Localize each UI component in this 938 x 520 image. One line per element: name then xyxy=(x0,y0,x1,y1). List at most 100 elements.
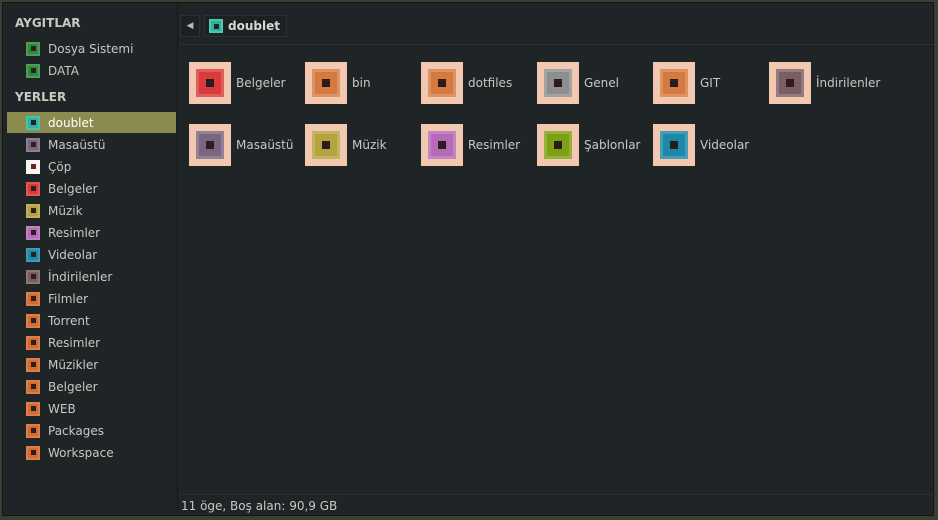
sidebar-item-label: Resimler xyxy=(48,225,101,240)
folder-label: Şablonlar xyxy=(584,138,641,152)
breadcrumb-label: doublet xyxy=(228,19,280,33)
sidebar-item-packages[interactable]: Packages xyxy=(7,420,176,441)
sidebar-item-filmler[interactable]: Filmler xyxy=(7,288,176,309)
folder-icon xyxy=(26,313,40,328)
folder-tile[interactable]: GIT xyxy=(653,61,763,105)
sidebar-item-data[interactable]: DATA xyxy=(7,60,176,81)
status-bar: 11 öge, Boş alan: 90,9 GB xyxy=(179,494,936,516)
sidebar-item-label: DATA xyxy=(48,63,79,78)
folder-icon xyxy=(26,269,40,284)
sidebar-item-label: Resimler xyxy=(48,335,101,350)
sidebar-item-videolar[interactable]: Videolar xyxy=(7,244,176,265)
sidebar-item-belgeler[interactable]: Belgeler xyxy=(7,376,176,397)
folder-icon xyxy=(421,62,463,104)
folder-label: GIT xyxy=(700,76,721,90)
sidebar-item-label: İndirilenler xyxy=(48,269,113,284)
sidebar-item-label: Masaüstü xyxy=(48,137,106,152)
folder-icon xyxy=(26,247,40,262)
folder-icon xyxy=(26,357,40,372)
folder-tile[interactable]: Resimler xyxy=(421,123,531,167)
sidebar-item-müzik[interactable]: Müzik xyxy=(7,200,176,221)
trash-icon xyxy=(26,159,40,174)
folder-icon xyxy=(26,423,40,438)
status-text: 11 öge, Boş alan: 90,9 GB xyxy=(181,498,338,513)
sidebar-item-resimler[interactable]: Resimler xyxy=(7,332,176,353)
folder-tile[interactable]: bin xyxy=(305,61,415,105)
back-button[interactable]: ◀ xyxy=(180,15,200,37)
sidebar-item-workspace[interactable]: Workspace xyxy=(7,442,176,463)
folder-icon xyxy=(26,291,40,306)
sidebar-item-i-ndirilenler[interactable]: İndirilenler xyxy=(7,266,176,287)
folder-tile[interactable]: Belgeler xyxy=(189,61,299,105)
sidebar-item-resimler[interactable]: Resimler xyxy=(7,222,176,243)
drive-icon xyxy=(26,63,40,78)
folder-icon xyxy=(537,62,579,104)
sidebar-item-torrent[interactable]: Torrent xyxy=(7,310,176,331)
sidebar-item-label: Torrent xyxy=(48,313,90,328)
folder-icon xyxy=(305,62,347,104)
folder-icon xyxy=(26,335,40,350)
sidebar-item-label: Dosya Sistemi xyxy=(48,41,134,56)
folder-icon xyxy=(421,124,463,166)
folder-label: dotfiles xyxy=(468,76,513,90)
folder-tile[interactable]: Müzik xyxy=(305,123,415,167)
sidebar-item-belgeler[interactable]: Belgeler xyxy=(7,178,176,199)
folder-icon xyxy=(189,62,231,104)
sidebar-item-label: doublet xyxy=(48,115,94,130)
sidebar-item-label: Filmler xyxy=(48,291,89,306)
folder-icon xyxy=(537,124,579,166)
sidebar-item-label: Belgeler xyxy=(48,379,98,394)
folder-icon xyxy=(26,181,40,196)
folder-tile[interactable]: Şablonlar xyxy=(537,123,647,167)
folder-label: İndirilenler xyxy=(816,76,881,90)
folder-view: Belgeler bin dotfiles Genel GIT İndirilenler M… xyxy=(179,44,934,495)
folder-tile[interactable]: Genel xyxy=(537,61,647,105)
folder-icon xyxy=(305,124,347,166)
sidebar-item-label: Workspace xyxy=(48,445,114,460)
folder-icon xyxy=(26,225,40,240)
folder-icon xyxy=(26,401,40,416)
folder-icon xyxy=(769,62,811,104)
sidebar-item-web[interactable]: WEB xyxy=(7,398,176,419)
sidebar-item-label: Çöp xyxy=(48,159,72,174)
folder-tile[interactable]: dotfiles xyxy=(421,61,531,105)
folder-icon xyxy=(653,62,695,104)
home-folder-icon xyxy=(26,115,40,130)
sidebar-item-label: Packages xyxy=(48,423,104,438)
breadcrumb-doublet[interactable]: doublet xyxy=(204,15,287,37)
sidebar-item-çöp[interactable]: Çöp xyxy=(7,156,176,177)
folder-label: Masaüstü xyxy=(236,138,294,152)
sidebar-item-label: Müzikler xyxy=(48,357,99,372)
home-folder-icon xyxy=(209,19,223,33)
sidebar-item-dosya-sistemi[interactable]: Dosya Sistemi xyxy=(7,38,176,59)
folder-icon xyxy=(26,445,40,460)
sidebar-item-doublet[interactable]: doublet xyxy=(7,112,176,133)
sidebar-item-label: Belgeler xyxy=(48,181,98,196)
folder-icon xyxy=(653,124,695,166)
folder-label: bin xyxy=(352,76,371,90)
folder-label: Resimler xyxy=(468,138,521,152)
folder-icon xyxy=(26,379,40,394)
drive-icon xyxy=(26,41,40,56)
sidebar-item-label: WEB xyxy=(48,401,76,416)
folder-label: Genel xyxy=(584,76,620,90)
folder-label: Videolar xyxy=(700,138,750,152)
back-arrow-icon: ◀ xyxy=(186,21,194,31)
folder-icon xyxy=(26,137,40,152)
folder-tile[interactable]: Videolar xyxy=(653,123,763,167)
folder-tile[interactable]: İndirilenler xyxy=(769,61,881,105)
location-bar: ◀ doublet xyxy=(178,12,934,38)
sidebar-item-masaüstü[interactable]: Masaüstü xyxy=(7,134,176,155)
sidebar: AYGITLAR Dosya Sistemi DATA YERLER double… xyxy=(3,3,178,515)
folder-label: Müzik xyxy=(352,138,387,152)
devices-header: AYGITLAR xyxy=(15,16,81,30)
places-header: YERLER xyxy=(15,90,67,104)
folder-label: Belgeler xyxy=(236,76,286,90)
folder-icon xyxy=(189,124,231,166)
sidebar-item-label: Müzik xyxy=(48,203,83,218)
folder-tile[interactable]: Masaüstü xyxy=(189,123,299,167)
sidebar-item-müzikler[interactable]: Müzikler xyxy=(7,354,176,375)
file-manager-window: AYGITLAR Dosya Sistemi DATA YERLER double… xyxy=(2,2,936,516)
folder-icon xyxy=(26,203,40,218)
sidebar-item-label: Videolar xyxy=(48,247,98,262)
